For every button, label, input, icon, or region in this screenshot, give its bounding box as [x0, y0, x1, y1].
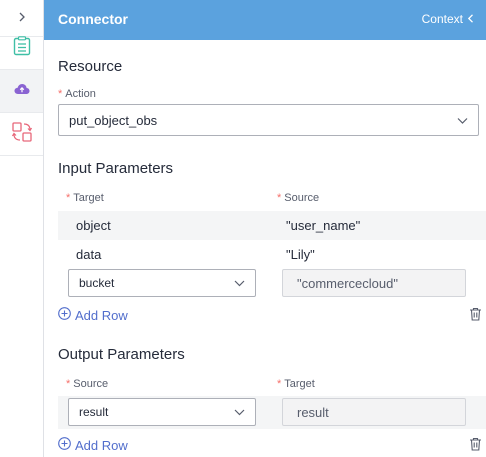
- context-toggle[interactable]: Context: [422, 12, 474, 26]
- required-marker: *: [277, 192, 282, 204]
- source-select-value: result: [79, 405, 109, 419]
- output-add-row-button[interactable]: Add Row: [58, 437, 128, 453]
- result-source-select[interactable]: result: [68, 398, 256, 426]
- chevron-right-icon: [17, 9, 27, 27]
- trash-icon[interactable]: [469, 307, 482, 326]
- input-section-title: Input Parameters: [58, 160, 174, 177]
- bucket-source-input[interactable]: "commercecloud": [282, 269, 466, 297]
- action-select-value: put_object_obs: [69, 112, 158, 128]
- output-target-header: * Target: [277, 378, 315, 390]
- output-source-header: * Source: [66, 378, 109, 390]
- input-target-header: * Target: [66, 192, 104, 204]
- add-circle-icon: [58, 307, 71, 323]
- table-row: data "Lily": [58, 240, 486, 269]
- rail-item-swap[interactable]: [0, 113, 43, 156]
- row-target: data: [76, 247, 102, 262]
- required-marker: *: [58, 88, 63, 100]
- panel-header: Connector Context: [44, 0, 486, 40]
- rail-item-cloud[interactable]: [0, 70, 43, 113]
- bucket-target-select[interactable]: bucket: [68, 269, 256, 297]
- required-marker: *: [66, 192, 71, 204]
- clipboard-list-icon: [13, 35, 31, 61]
- table-row: object "user_name": [58, 211, 486, 240]
- row-source: "Lily": [286, 247, 315, 262]
- required-marker: *: [277, 378, 282, 390]
- left-rail: [0, 0, 44, 457]
- result-target-input[interactable]: result: [282, 398, 466, 426]
- rail-item-clipboard[interactable]: [0, 27, 43, 70]
- chevron-left-icon: [467, 12, 474, 26]
- add-row-label: Add Row: [75, 437, 128, 453]
- chevron-down-icon: [234, 405, 245, 419]
- cloud-upload-icon: [14, 82, 30, 100]
- source-input-value: "commercecloud": [297, 275, 398, 291]
- swap-icon: [11, 121, 32, 147]
- action-select[interactable]: put_object_obs: [58, 104, 479, 136]
- input-add-row-button[interactable]: Add Row: [58, 307, 128, 323]
- trash-icon[interactable]: [469, 437, 482, 456]
- row-source: "user_name": [286, 218, 361, 233]
- target-select-value: bucket: [79, 276, 115, 290]
- resource-section-title: Resource: [58, 58, 123, 75]
- input-source-header: * Source: [277, 192, 320, 204]
- add-circle-icon: [58, 437, 71, 453]
- panel-title: Connector: [58, 11, 128, 27]
- context-label: Context: [421, 12, 463, 26]
- chevron-down-icon: [234, 276, 245, 290]
- target-input-value: result: [297, 404, 329, 420]
- action-label: * Action: [58, 88, 96, 100]
- output-section-title: Output Parameters: [58, 346, 185, 363]
- chevron-down-icon: [457, 113, 468, 128]
- row-target: object: [76, 218, 111, 233]
- required-marker: *: [66, 378, 71, 390]
- add-row-label: Add Row: [75, 307, 128, 323]
- connector-panel: Connector Context Resource * Action put_o…: [44, 0, 486, 457]
